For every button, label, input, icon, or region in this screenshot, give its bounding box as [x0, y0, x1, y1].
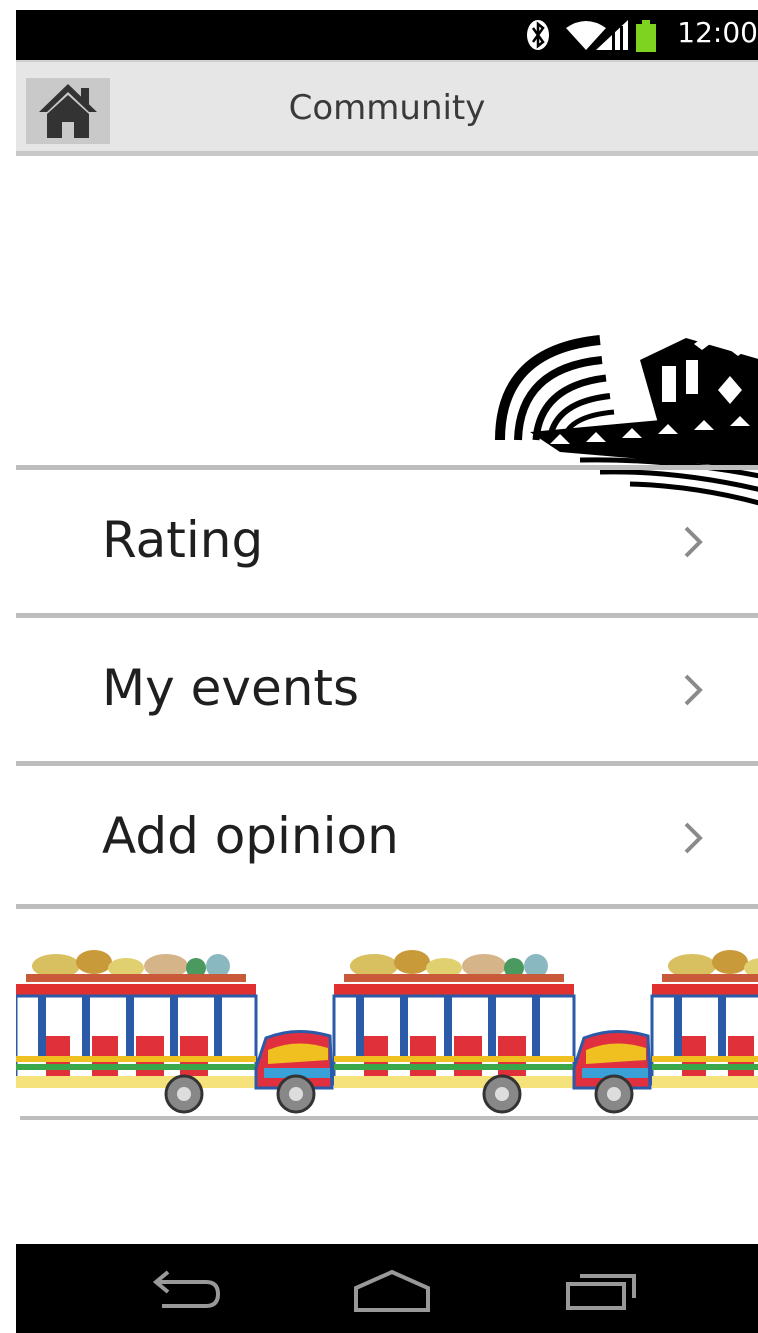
battery-icon: [636, 20, 656, 52]
back-button[interactable]: [134, 1262, 234, 1318]
menu-item-rating[interactable]: Rating: [16, 465, 758, 613]
divider: [20, 1116, 758, 1120]
status-time: 12:00: [677, 16, 758, 49]
screen: 12:00 Community Rating My events Add opi…: [16, 0, 758, 1333]
chevron-right-icon: [684, 526, 703, 558]
menu-item-label: Add opinion: [102, 807, 399, 865]
chevron-right-icon: [684, 822, 703, 854]
recent-apps-icon: [566, 1274, 636, 1310]
status-icons: [527, 20, 656, 52]
menu-item-label: My events: [102, 659, 360, 717]
menu-list: Rating My events Add opinion: [16, 465, 758, 909]
home-outline-icon: [354, 1269, 430, 1312]
menu-item-add-opinion[interactable]: Add opinion: [16, 761, 758, 909]
home-nav-button[interactable]: [342, 1262, 442, 1318]
signal-icon: [596, 20, 628, 50]
chiva-bus-banner-image: [16, 948, 758, 1114]
app-bar: Community: [16, 60, 758, 156]
navigation-bar: [16, 1244, 758, 1333]
chevron-right-icon: [684, 674, 703, 706]
page-title: Community: [288, 88, 486, 128]
status-bar: 12:00: [16, 10, 758, 60]
back-icon: [152, 1270, 221, 1308]
recent-apps-button[interactable]: [554, 1262, 654, 1318]
home-button[interactable]: [26, 78, 110, 144]
menu-item-my-events[interactable]: My events: [16, 613, 758, 761]
wifi-icon: [566, 21, 606, 50]
home-icon: [39, 84, 97, 138]
menu-item-label: Rating: [102, 511, 264, 569]
bluetooth-icon: [527, 20, 549, 50]
